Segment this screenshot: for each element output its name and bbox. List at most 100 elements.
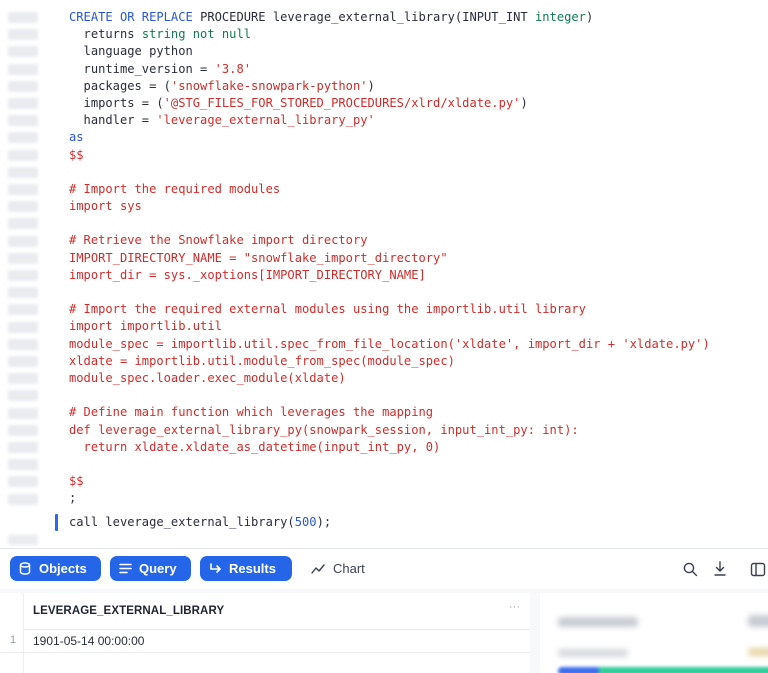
code-token: return xldate.xldate_as_datetime(input_i…: [69, 439, 441, 454]
gutter-line-number: [8, 235, 38, 247]
code-line: def leverage_external_library_py(snowpar…: [69, 422, 710, 439]
column-header[interactable]: LEVERAGE_EXTERNAL_LIBRARY ···: [24, 593, 530, 630]
results-grid: LEVERAGE_EXTERNAL_LIBRARY ··· 1 1901-05-…: [0, 593, 530, 673]
gutter-line-number: [8, 80, 38, 92]
code-token: # Define main function which leverages t…: [69, 405, 434, 420]
split-panel-icon[interactable]: [749, 560, 767, 578]
gutter-line-number: [8, 390, 38, 402]
gutter-line-number: [8, 218, 38, 230]
database-icon: [18, 562, 32, 576]
column-menu-button[interactable]: ···: [509, 601, 520, 613]
code-token: leverage_external_library(: [265, 10, 463, 24]
call-suffix: );: [316, 515, 332, 529]
code-token: import sys: [69, 199, 142, 214]
code-token: module_spec.loader.exec_module(xldate): [69, 370, 346, 385]
gutter-line-number: [8, 132, 38, 144]
query-label: Query: [139, 561, 177, 576]
chart-tab[interactable]: Chart: [311, 556, 365, 581]
gutter-line-number: [8, 252, 38, 264]
code-token: # Retrieve the Snowflake import director…: [69, 233, 368, 248]
active-line-marker: [55, 514, 58, 531]
gutter-line-number: [8, 29, 38, 41]
gutter-line-number: [8, 287, 38, 299]
sql-editor[interactable]: CREATE OR REPLACE PROCEDURE leverage_ext…: [0, 0, 768, 548]
code-token: language python: [69, 44, 193, 59]
objects-button[interactable]: Objects: [10, 556, 101, 581]
result-toolbar: Objects Query Results Chart: [0, 548, 768, 589]
column-header-label: LEVERAGE_EXTERNAL_LIBRARY: [33, 605, 225, 617]
code-line: # Import the required modules: [69, 181, 710, 198]
query-button[interactable]: Query: [110, 556, 191, 581]
row-number: 1: [10, 634, 17, 646]
table-row[interactable]: 1 1901-05-14 00:00:00: [0, 630, 530, 653]
gutter-line-number: [8, 338, 38, 350]
gutter-line-number: [8, 12, 38, 23]
code-token: $$: [69, 474, 84, 489]
gutter-line-number: [8, 407, 38, 419]
code-line: language python: [69, 43, 710, 60]
gutter-line-number: [8, 115, 38, 127]
code-line: ;: [69, 490, 710, 507]
results-area: LEVERAGE_EXTERNAL_LIBRARY ··· 1 1901-05-…: [0, 589, 768, 673]
code-line: return xldate.xldate_as_datetime(input_i…: [69, 439, 710, 456]
search-icon[interactable]: [681, 560, 699, 578]
code-token: IMPORT_DIRECTORY_NAME = "snowflake_impor…: [69, 250, 448, 265]
code-token: packages = (: [69, 78, 171, 93]
blurred-label: [558, 649, 628, 657]
code-token: CREATE OR REPLACE: [69, 10, 201, 24]
call-prefix: call leverage_external_library(: [69, 515, 295, 529]
code-line: CREATE OR REPLACE PROCEDURE leverage_ext…: [69, 9, 710, 26]
result-cell[interactable]: 1901-05-14 00:00:00: [33, 634, 144, 648]
code-line: module_spec = importlib.util.spec_from_f…: [69, 336, 710, 353]
download-icon[interactable]: [711, 560, 729, 578]
gutter-line-number: [8, 270, 38, 281]
code-line: module_spec.loader.exec_module(xldate): [69, 370, 710, 387]
gutter-line-number: [8, 46, 38, 58]
code-line: as: [69, 129, 710, 146]
code-block[interactable]: CREATE OR REPLACE PROCEDURE leverage_ext…: [69, 9, 710, 507]
query-details-panel: [540, 593, 768, 673]
code-line: import sys: [69, 198, 710, 215]
results-label: Results: [229, 561, 276, 576]
gutter-line-number: [8, 166, 38, 178]
code-token: import_dir = sys._xoptions[IMPORT_DIRECT…: [69, 267, 426, 282]
results-button[interactable]: Results: [200, 556, 292, 581]
code-token: ): [585, 10, 594, 24]
gutter-line-number: [8, 149, 38, 161]
code-token: '3.8': [214, 61, 252, 76]
gutter-line-number: [8, 356, 38, 367]
call-argument: 500: [294, 515, 317, 529]
code-token: ): [520, 95, 528, 110]
query-duration-bar: [558, 667, 768, 673]
code-token: 'leverage_external_library_py': [156, 113, 375, 128]
code-token: ;: [69, 491, 77, 506]
code-line: import importlib.util: [69, 318, 710, 335]
chart-label: Chart: [333, 561, 365, 576]
code-token: as: [69, 130, 84, 145]
code-token: PROCEDURE: [200, 10, 266, 24]
code-token: string not null: [141, 27, 252, 42]
gutter-line-number: [8, 304, 38, 316]
objects-label: Objects: [39, 561, 87, 576]
return-arrow-icon: [208, 562, 222, 576]
blurred-value: [748, 615, 768, 627]
code-line: $$: [69, 473, 710, 490]
code-line: returns string not null: [69, 26, 710, 43]
code-line: imports = ('@STG_FILES_FOR_STORED_PROCED…: [69, 95, 710, 112]
gutter-line-number: [8, 63, 38, 75]
code-token: runtime_version =: [69, 61, 215, 76]
code-token: 'snowflake-snowpark-python': [170, 78, 368, 93]
code-token: integer: [535, 10, 586, 24]
code-token: xldate = importlib.util.module_from_spec…: [69, 353, 455, 368]
code-line: IMPORT_DIRECTORY_NAME = "snowflake_impor…: [69, 250, 710, 267]
call-statement[interactable]: call leverage_external_library(500);: [69, 514, 331, 531]
gutter-line-number: [8, 442, 38, 453]
code-line: import_dir = sys._xoptions[IMPORT_DIRECT…: [69, 267, 710, 284]
code-line: $$: [69, 147, 710, 164]
gutter-line-number: [8, 98, 38, 109]
